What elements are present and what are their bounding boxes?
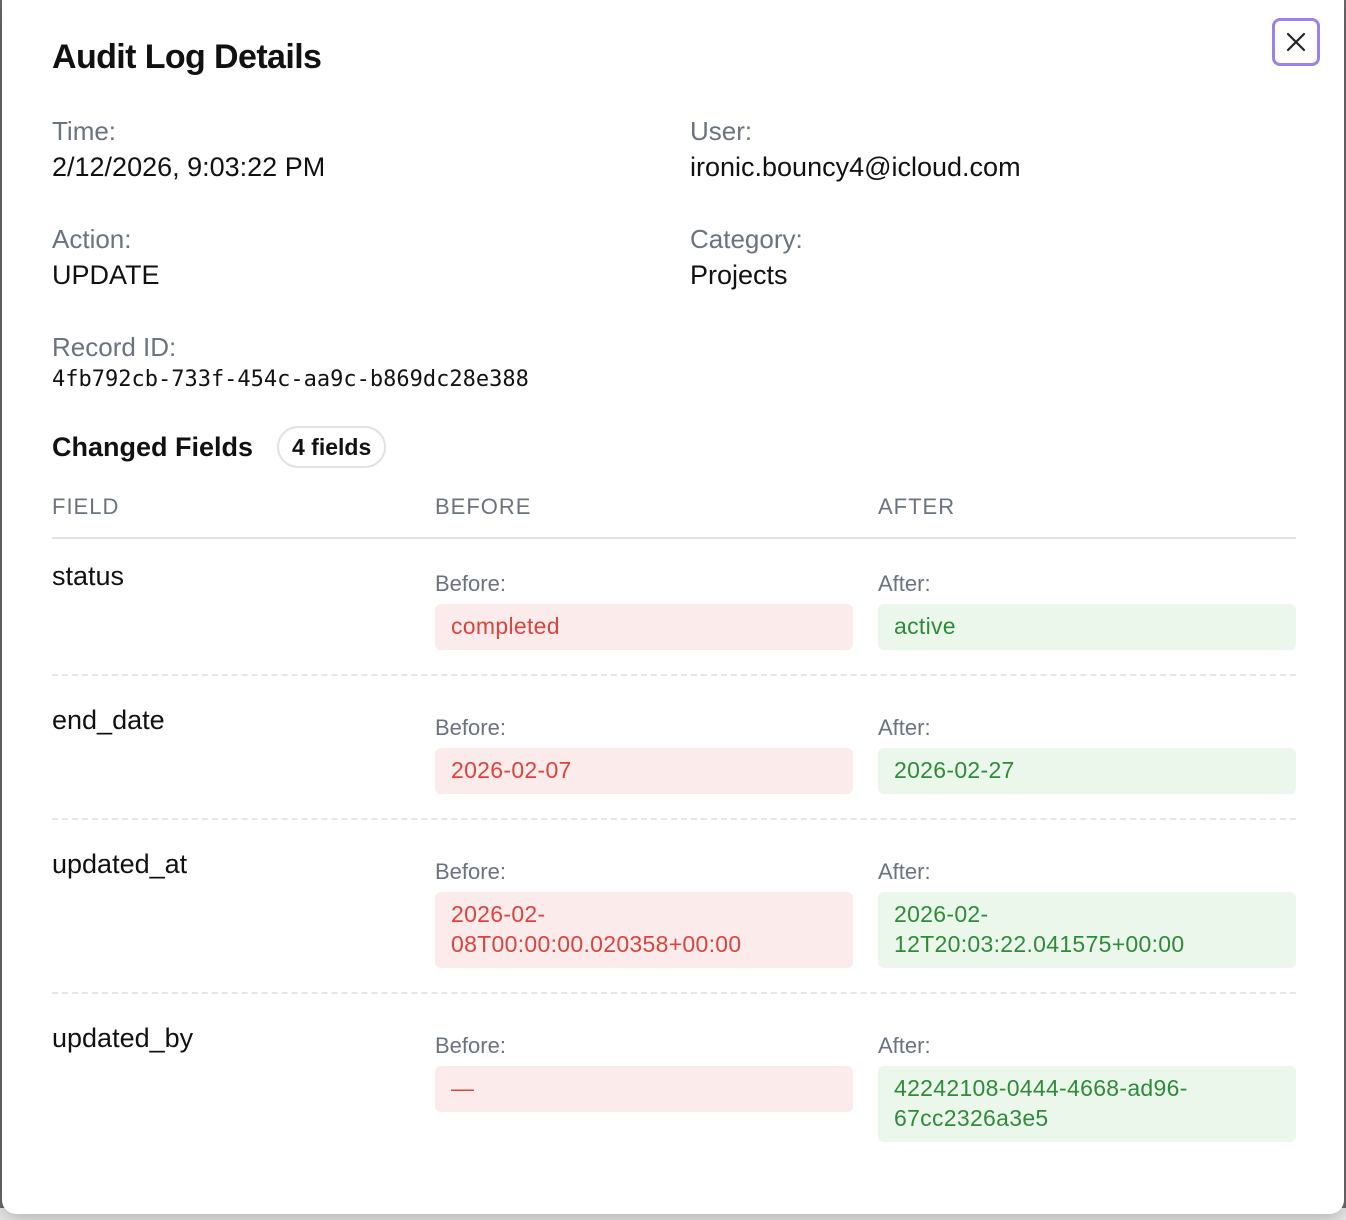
column-header-before: BEFORE — [435, 494, 532, 519]
action-label: Action: — [52, 224, 132, 254]
header-divider — [52, 537, 1296, 539]
dialog-title: Audit Log Details — [52, 38, 322, 76]
before-label: Before: — [435, 859, 506, 884]
before-value: completed — [435, 604, 853, 650]
after-value: 2026-02- 12T20:03:22.041575+00:00 — [878, 892, 1296, 968]
before-label: Before: — [435, 715, 506, 740]
action-value: UPDATE — [52, 260, 160, 290]
time-value: 2/12/2026, 9:03:22 PM — [52, 152, 326, 182]
before-value: 2026-02- 08T00:00:00.020358+00:00 — [435, 892, 853, 968]
changed-fields-title: Changed Fields — [52, 432, 254, 462]
field-name: updated_by — [52, 1023, 194, 1053]
record-id-label: Record ID: — [52, 332, 177, 362]
column-header-field: FIELD — [52, 494, 120, 519]
category-value: Projects — [690, 260, 788, 290]
audit-log-details-dialog: Audit Log Details Time: 2/12/2026, 9:03:… — [2, 0, 1344, 1214]
before-label: Before: — [435, 571, 506, 596]
before-value: 2026-02-07 — [435, 748, 853, 794]
row-divider — [52, 992, 1296, 994]
user-label: User: — [690, 116, 753, 146]
category-label: Category: — [690, 224, 803, 254]
record-id-value: 4fb792cb-733f-454c-aa9c-b869dc28e388 — [52, 367, 529, 392]
row-divider — [52, 674, 1296, 676]
after-value: 42242108-0444-4668-ad96- 67cc2326a3e5 — [878, 1066, 1296, 1142]
user-value: ironic.bouncy4@icloud.com — [690, 152, 1021, 182]
after-label: After: — [878, 859, 931, 884]
before-label: Before: — [435, 1033, 506, 1058]
row-divider — [52, 818, 1296, 820]
after-label: After: — [878, 571, 931, 596]
before-value: — — [435, 1066, 853, 1112]
after-value: 2026-02-27 — [878, 748, 1296, 794]
field-count-badge: 4 fields — [277, 426, 387, 468]
field-name: end_date — [52, 705, 165, 735]
close-button[interactable] — [1272, 18, 1320, 66]
time-label: Time: — [52, 116, 117, 146]
close-icon — [1286, 32, 1306, 52]
field-name: updated_at — [52, 849, 188, 879]
column-header-after: AFTER — [878, 494, 956, 519]
after-value: active — [878, 604, 1296, 650]
after-label: After: — [878, 1033, 931, 1058]
field-name: status — [52, 561, 125, 591]
after-label: After: — [878, 715, 931, 740]
